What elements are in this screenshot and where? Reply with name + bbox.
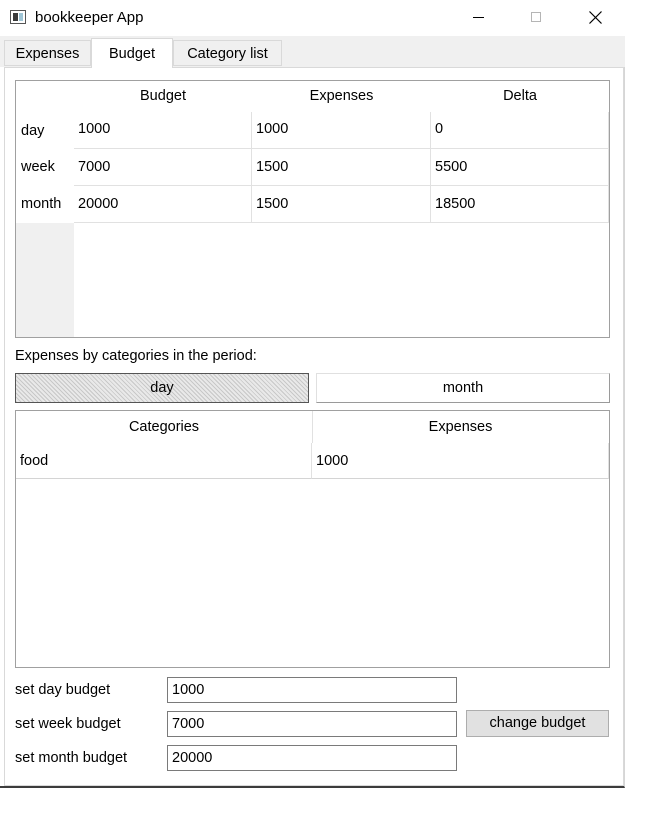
- close-button[interactable]: [572, 0, 618, 36]
- row-header-month[interactable]: month: [16, 186, 74, 223]
- app-window: bookkeeper App Expenses Budget Category …: [0, 0, 625, 788]
- category-expenses-table[interactable]: Categories Expenses food 1000: [15, 410, 610, 668]
- table-cell[interactable]: 1000: [252, 112, 431, 149]
- minimize-button[interactable]: [455, 0, 501, 36]
- budget-table[interactable]: Budget Expenses Delta day week month 100…: [15, 80, 610, 338]
- table-cell[interactable]: 20000: [74, 186, 252, 223]
- row-header-day[interactable]: day: [16, 113, 74, 149]
- table-cell[interactable]: 1000: [312, 443, 609, 479]
- table-corner: [16, 81, 74, 113]
- table-cell[interactable]: 0: [431, 112, 609, 149]
- week-budget-label: set week budget: [15, 716, 121, 732]
- table-cell[interactable]: 1500: [252, 186, 431, 223]
- column-header-delta[interactable]: Delta: [431, 81, 609, 112]
- table-cell[interactable]: 1000: [74, 112, 252, 149]
- close-icon: [589, 11, 602, 24]
- column-header-categories[interactable]: Categories: [16, 411, 313, 443]
- period-day-button[interactable]: day: [15, 373, 309, 403]
- tab-budget[interactable]: Budget: [91, 38, 173, 68]
- month-budget-input[interactable]: [167, 745, 457, 771]
- column-header-budget[interactable]: Budget: [74, 81, 253, 112]
- change-budget-button[interactable]: change budget: [466, 710, 609, 737]
- period-label: Expenses by categories in the period:: [15, 348, 257, 364]
- column-header-expenses[interactable]: Expenses: [312, 411, 609, 443]
- month-budget-label: set month budget: [15, 750, 128, 766]
- column-header-expenses[interactable]: Expenses: [252, 81, 432, 112]
- tab-expenses[interactable]: Expenses: [4, 40, 91, 66]
- day-budget-label: set day budget: [15, 682, 111, 698]
- day-budget-input[interactable]: [167, 677, 457, 703]
- window-title: bookkeeper App: [35, 9, 144, 26]
- table-cell[interactable]: 7000: [74, 149, 252, 186]
- week-budget-input[interactable]: [167, 711, 457, 737]
- table-cell[interactable]: 18500: [431, 186, 609, 223]
- row-header-week[interactable]: week: [16, 149, 74, 186]
- title-bar: bookkeeper App: [0, 0, 625, 36]
- table-cell[interactable]: food: [16, 443, 312, 479]
- period-month-button[interactable]: month: [316, 373, 610, 403]
- table-cell[interactable]: 5500: [431, 149, 609, 186]
- tab-category-list[interactable]: Category list: [173, 40, 282, 66]
- maximize-button[interactable]: [513, 0, 559, 36]
- app-icon: [10, 10, 26, 24]
- table-cell[interactable]: 1500: [252, 149, 431, 186]
